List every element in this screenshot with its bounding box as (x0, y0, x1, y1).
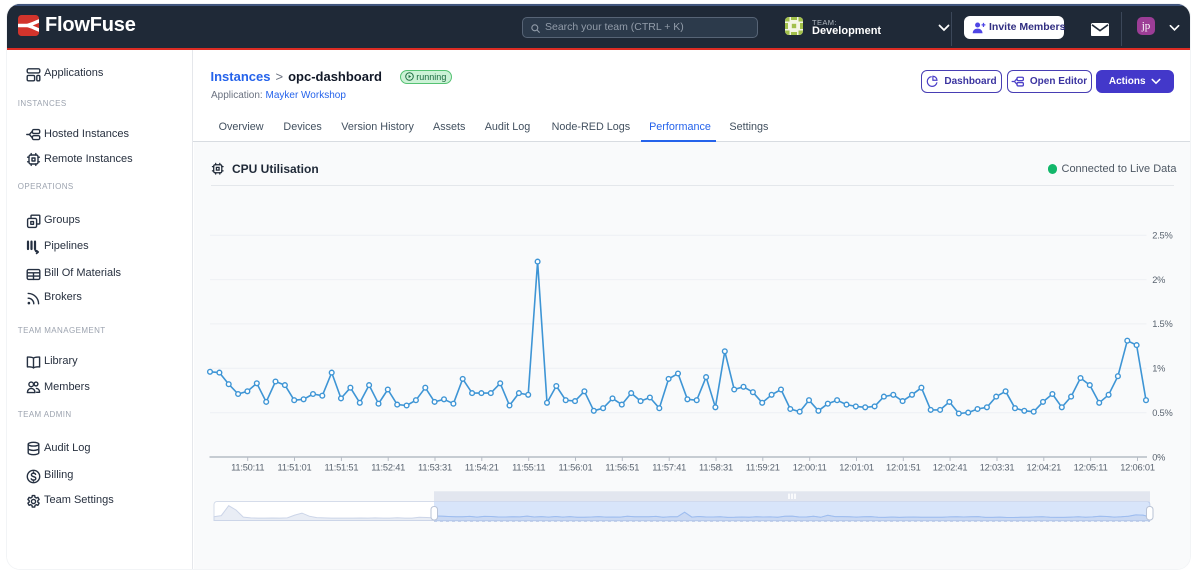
svg-text:11:51:51: 11:51:51 (324, 463, 358, 473)
svg-text:1.5%: 1.5% (1152, 319, 1172, 329)
svg-text:12:02:41: 12:02:41 (933, 463, 968, 473)
svg-text:12:00:11: 12:00:11 (793, 463, 827, 473)
svg-text:12:01:51: 12:01:51 (886, 463, 921, 473)
svg-text:11:56:01: 11:56:01 (559, 463, 593, 473)
svg-text:12:05:11: 12:05:11 (1074, 463, 1108, 473)
svg-text:11:55:11: 11:55:11 (512, 463, 545, 473)
svg-text:0.5%: 0.5% (1152, 408, 1172, 418)
svg-text:2.5%: 2.5% (1152, 231, 1172, 241)
svg-text:11:50:11: 11:50:11 (231, 463, 264, 473)
svg-text:12:03:31: 12:03:31 (980, 463, 1015, 473)
svg-text:11:59:21: 11:59:21 (746, 463, 780, 473)
svg-text:12:06:01: 12:06:01 (1120, 463, 1155, 473)
svg-text:11:56:51: 11:56:51 (605, 463, 639, 473)
svg-text:11:53:31: 11:53:31 (418, 463, 452, 473)
svg-text:11:54:21: 11:54:21 (465, 463, 499, 473)
svg-text:1%: 1% (1152, 364, 1165, 374)
svg-text:11:52:41: 11:52:41 (371, 463, 405, 473)
svg-text:11:51:01: 11:51:01 (278, 463, 312, 473)
svg-text:0%: 0% (1152, 452, 1165, 462)
svg-text:12:04:21: 12:04:21 (1027, 463, 1062, 473)
svg-text:11:58:31: 11:58:31 (699, 463, 733, 473)
svg-text:2%: 2% (1152, 275, 1165, 285)
svg-text:11:57:41: 11:57:41 (652, 463, 686, 473)
svg-text:12:01:01: 12:01:01 (839, 463, 874, 473)
